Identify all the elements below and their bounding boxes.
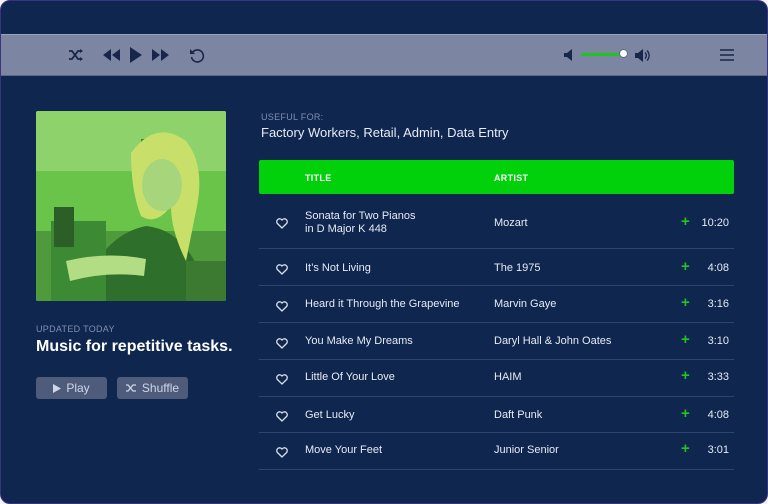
volume-mute-icon[interactable] (563, 45, 575, 65)
track-artist: HAIM (494, 371, 522, 383)
volume-slider-handle[interactable] (619, 49, 628, 58)
player-toolbar (1, 34, 767, 76)
track-title-line: Sonata for Two Pianos (305, 210, 416, 222)
track-row[interactable]: Get Lucky Daft Punk + 4:08 (259, 397, 734, 433)
menu-icon[interactable] (718, 45, 736, 65)
playlist-cover-image (36, 111, 226, 301)
add-icon[interactable]: + (681, 213, 690, 230)
track-artist: The 1975 (494, 262, 541, 274)
track-artist: Mozart (494, 217, 528, 229)
track-title: Move Your Feet (305, 444, 383, 456)
track-duration: 4:08 (707, 409, 729, 421)
add-icon[interactable]: + (681, 331, 690, 348)
play-button[interactable]: Play (36, 377, 107, 399)
track-title: It’s Not Living (305, 262, 371, 274)
track-duration: 3:16 (707, 298, 729, 310)
updated-label: UPDATED TODAY (36, 324, 115, 334)
track-artist: Marvin Gaye (494, 298, 557, 310)
volume-slider[interactable] (581, 53, 623, 56)
useful-for-text: Factory Workers, Retail, Admin, Data Ent… (261, 125, 509, 140)
track-artist: Daryl Hall & John Oates (494, 335, 612, 347)
add-icon[interactable]: + (681, 294, 690, 311)
heart-icon[interactable] (276, 336, 288, 354)
column-artist[interactable]: ARTIST (494, 173, 528, 183)
track-title: Get Lucky (305, 409, 355, 421)
track-row[interactable]: You Make My Dreams Daryl Hall & John Oat… (259, 323, 734, 360)
track-duration: 3:01 (707, 444, 729, 456)
track-duration: 3:10 (707, 335, 729, 347)
track-title: Sonata for Two Pianos in D Major K 448 (305, 210, 415, 236)
heart-icon[interactable] (276, 216, 288, 234)
heart-icon[interactable] (276, 409, 288, 427)
column-title[interactable]: TITLE (305, 173, 332, 183)
add-icon[interactable]: + (681, 440, 690, 457)
track-duration: 4:08 (707, 262, 729, 274)
shuffle-icon[interactable] (67, 45, 85, 65)
track-row[interactable]: Sonata for Two Pianos in D Major K 448 M… (259, 199, 734, 249)
heart-icon[interactable] (276, 299, 288, 317)
track-row[interactable]: It’s Not Living The 1975 + 4:08 (259, 249, 734, 286)
next-icon[interactable] (150, 45, 172, 65)
volume-up-icon[interactable] (634, 45, 650, 65)
playlist-title: Music for repetitive tasks. (36, 338, 233, 355)
track-artist: Junior Senior (494, 444, 559, 456)
heart-icon[interactable] (276, 445, 288, 463)
track-row[interactable]: Little Of Your Love HAIM + 3:33 (259, 360, 734, 397)
shuffle-button-label: Shuffle (141, 381, 180, 395)
repeat-icon[interactable] (188, 45, 206, 65)
previous-icon[interactable] (100, 45, 122, 65)
app-window: UPDATED TODAY Music for repetitive tasks… (0, 0, 768, 504)
track-table-header: TITLE ARTIST (259, 160, 734, 194)
track-duration: 3:33 (707, 371, 729, 383)
track-artist: Daft Punk (494, 409, 543, 421)
add-icon[interactable]: + (681, 405, 690, 422)
track-title: Heard it Through the Grapevine (305, 298, 460, 310)
play-icon[interactable] (128, 45, 144, 65)
add-icon[interactable]: + (681, 367, 690, 384)
shuffle-button[interactable]: Shuffle (117, 377, 188, 399)
shuffle-icon (125, 384, 136, 392)
play-button-label: Play (66, 381, 90, 395)
track-title: Little Of Your Love (305, 371, 395, 383)
heart-icon[interactable] (276, 372, 288, 390)
track-duration: 10:20 (701, 217, 729, 229)
track-title: You Make My Dreams (305, 335, 413, 347)
track-title-line: in D Major K 448 (305, 223, 387, 235)
useful-for-label: USEFUL FOR: (261, 112, 324, 122)
heart-icon[interactable] (276, 262, 288, 280)
track-row[interactable]: Heard it Through the Grapevine Marvin Ga… (259, 286, 734, 323)
add-icon[interactable]: + (681, 258, 690, 275)
track-row[interactable]: Move Your Feet Junior Senior + 3:01 (259, 433, 734, 470)
play-icon (53, 383, 62, 393)
